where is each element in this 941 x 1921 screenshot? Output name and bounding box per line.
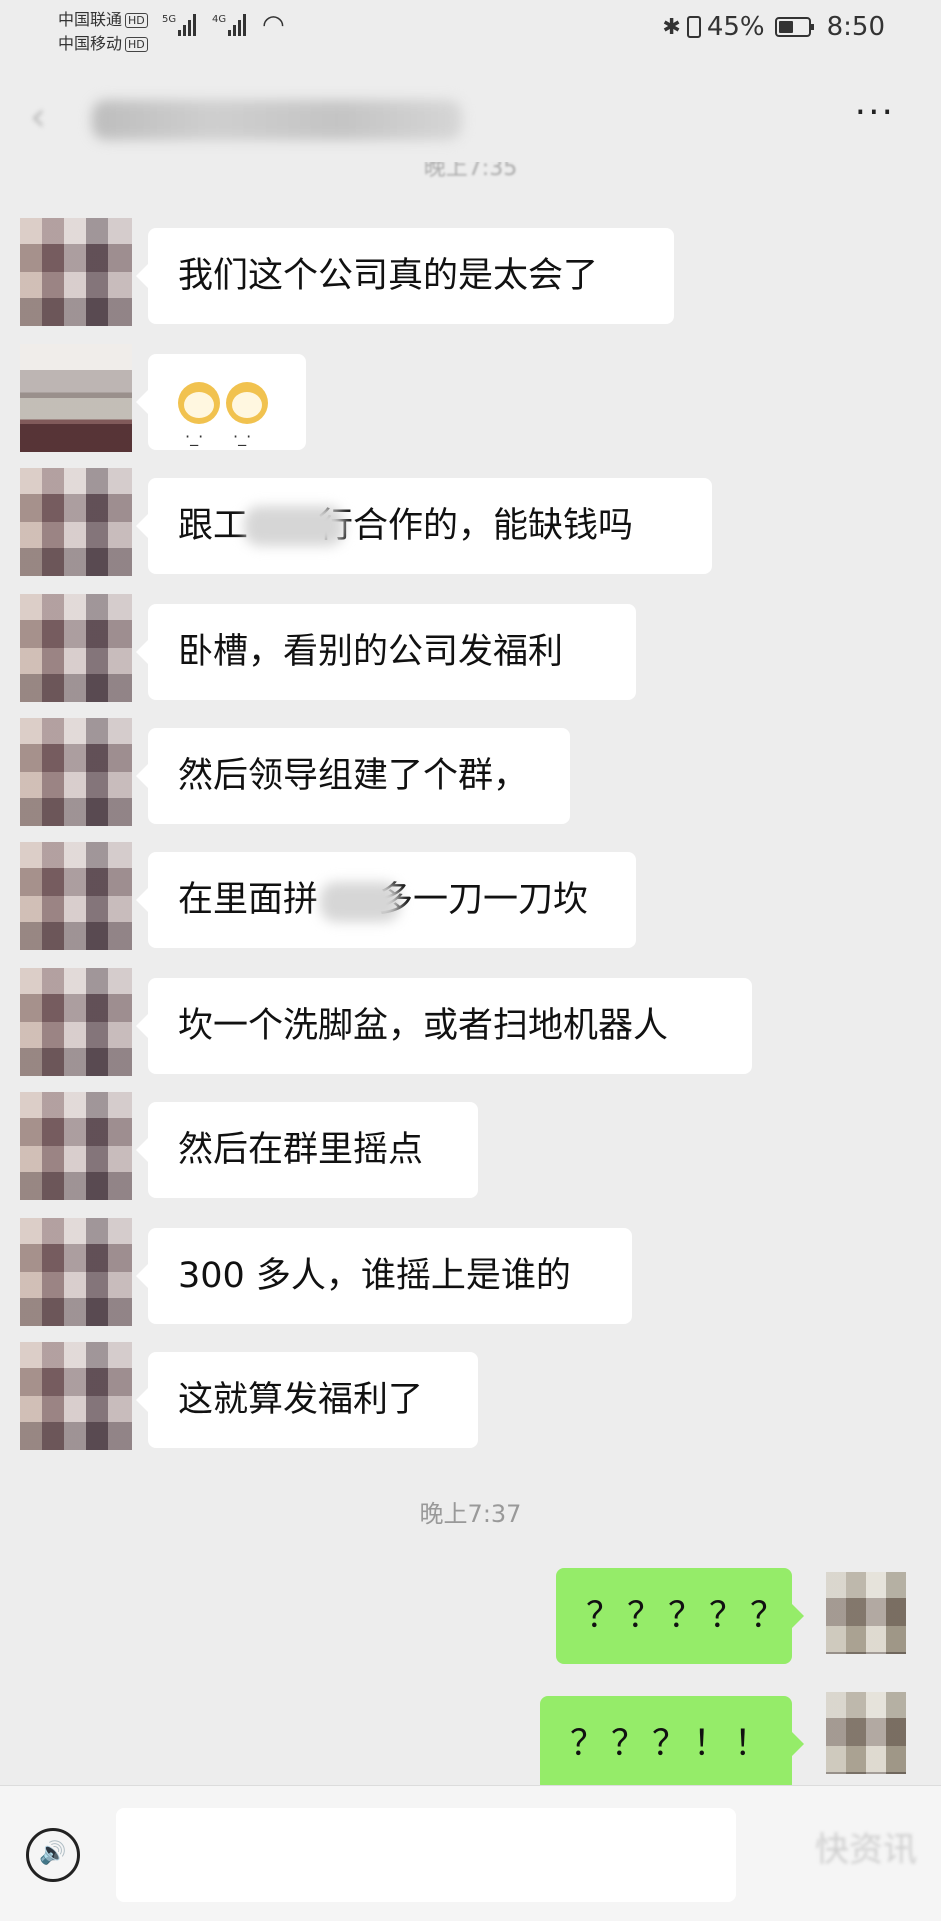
my-message-bubble: ？？？！！ <box>540 1696 804 1792</box>
signal-label-2: 4G <box>212 14 227 25</box>
voice-icon: 🔊 <box>39 1841 67 1866</box>
message-bubble: 跟工 行合作的，能缺钱吗 <box>136 478 712 574</box>
avatar[interactable] <box>20 1342 132 1450</box>
message-bubble: 然后在群里摇点 <box>136 1102 478 1198</box>
avatar[interactable] <box>20 718 132 826</box>
my-message-bubble: ？？？？？ <box>556 1568 804 1664</box>
bluetooth-icon: ✱ <box>662 14 681 40</box>
message-bubble: 卧槽，看别的公司发福利 <box>136 604 636 700</box>
avatar[interactable] <box>20 344 132 452</box>
vibrate-icon <box>686 16 701 38</box>
status-bar: 中国联通 HD 中国移动 HD 5G 4G ◠ ✱ 45% 8:50 <box>0 0 941 60</box>
wifi-icon: ◠ <box>262 10 285 40</box>
chat-title-blurred <box>92 100 462 140</box>
message-text-part: 多一刀一刀坎 <box>378 880 589 920</box>
message-bubble: 300 多人，谁摇上是谁的 <box>136 1228 632 1324</box>
carrier-2: 中国移动 HD <box>58 30 148 54</box>
message-bubble: 我们这个公司真的是太会了 <box>136 228 674 324</box>
avatar[interactable] <box>20 1092 132 1200</box>
signal-bars-2-icon <box>228 14 250 36</box>
watermark-logo: 快资讯 <box>815 1830 917 1870</box>
avatar[interactable] <box>20 218 132 326</box>
redaction-blur <box>244 506 344 546</box>
my-avatar[interactable] <box>826 1692 906 1774</box>
avatar[interactable] <box>20 594 132 702</box>
avatar[interactable] <box>20 468 132 576</box>
message-text-part: 在里面拼 <box>178 880 319 920</box>
status-right: ✱ 45% 8:50 <box>662 12 885 42</box>
message-bubble: 这就算发福利了 <box>136 1352 478 1448</box>
message-text-part: 行合作的，能缺钱吗 <box>318 506 634 546</box>
input-bar: 🔊 快资讯 <box>0 1785 941 1921</box>
avatar[interactable] <box>20 842 132 950</box>
back-icon[interactable]: ‹ <box>30 94 46 140</box>
emoji-message-bubble <box>136 354 306 485</box>
battery-icon <box>774 17 814 37</box>
timestamp-mid: 晚上7:37 <box>419 1500 522 1528</box>
message-input[interactable] <box>116 1808 736 1902</box>
chat-header: ‹ ··· <box>0 62 941 172</box>
doge-emoji-icon <box>178 382 220 485</box>
carrier-1: 中国联通 HD <box>58 6 148 30</box>
signal-bars-1-icon <box>178 14 200 36</box>
battery-percent: 45% <box>706 12 765 42</box>
doge-emoji-icon <box>226 382 268 485</box>
message-bubble: 然后领导组建了个群， <box>136 728 570 824</box>
redaction-blur <box>320 882 400 922</box>
avatar[interactable] <box>20 968 132 1076</box>
message-bubble: 在里面拼 多一刀一刀坎 <box>136 852 636 948</box>
more-options-icon[interactable]: ··· <box>855 92 895 133</box>
message-text-part: 跟工 <box>178 506 249 546</box>
voice-input-button[interactable]: 🔊 <box>26 1828 80 1882</box>
avatar[interactable] <box>20 1218 132 1326</box>
signal-label-1: 5G <box>162 14 177 25</box>
clock: 8:50 <box>826 12 885 42</box>
message-bubble: 坎一个洗脚盆，或者扫地机器人 <box>136 978 752 1074</box>
my-avatar[interactable] <box>826 1572 906 1654</box>
